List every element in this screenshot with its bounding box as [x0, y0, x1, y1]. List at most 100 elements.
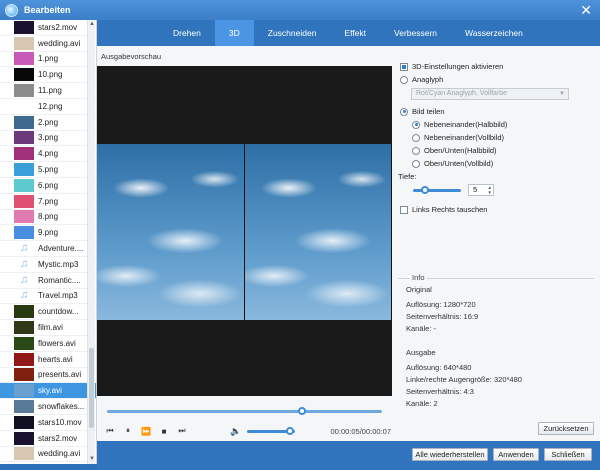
file-label: Romantic....	[38, 275, 81, 285]
file-thumbnail	[14, 336, 34, 350]
split-mode-option[interactable]: Nebeneinander(Halbbild)	[412, 120, 507, 129]
file-list-item[interactable]: 6.png	[0, 178, 96, 194]
file-list-item[interactable]: ♫ Adventure....	[0, 241, 96, 257]
file-list-item[interactable]: stars2.mov	[0, 20, 96, 36]
split-mode-option[interactable]: Oben/Unten(Vollbild)	[412, 159, 493, 168]
split-mode-option[interactable]: Nebeneinander(Vollbild)	[412, 133, 504, 142]
stepper-arrows-icon[interactable]: ▲ ▼	[488, 185, 492, 195]
file-thumbnail	[14, 400, 34, 414]
file-list-item[interactable]: 7.png	[0, 194, 96, 210]
split-mode-radio[interactable]	[412, 159, 420, 168]
file-list-item[interactable]: 1.png	[0, 52, 96, 68]
tab-drehen[interactable]: Drehen	[159, 20, 215, 46]
split-mode-label: Oben/Unten(Vollbild)	[424, 159, 494, 168]
split-radio[interactable]	[400, 107, 408, 116]
info-line: Linke/rechte Augengröße: 320*480	[406, 375, 522, 384]
scroll-down-icon[interactable]: ▼	[88, 455, 96, 464]
fast-forward-icon[interactable]: ⏩	[137, 427, 155, 436]
skip-back-icon[interactable]: ⏮	[101, 426, 119, 436]
file-list-item[interactable]: 2.png	[0, 115, 96, 131]
split-mode-radio[interactable]	[412, 133, 420, 142]
tab-3d[interactable]: 3D	[214, 20, 254, 46]
file-list-item[interactable]: presents.avi	[0, 368, 96, 384]
restore-all-button[interactable]: Alle wiederherstellen	[412, 448, 488, 461]
file-list-item[interactable]: 9.png	[0, 225, 96, 242]
file-list-item[interactable]: ♫ Travel.mp3	[0, 289, 96, 305]
split-mode-radio[interactable]	[412, 120, 420, 129]
file-list-item[interactable]: 5.png	[0, 162, 96, 178]
apply-button[interactable]: Anwenden	[493, 448, 539, 461]
pause-icon[interactable]: ⏸	[119, 426, 137, 436]
depth-knob[interactable]	[421, 186, 429, 194]
split-option[interactable]: Bild teilen	[400, 107, 445, 116]
info-line: Auflösung: 1280*720	[406, 300, 476, 309]
info-line: Kanäle: -	[406, 324, 437, 333]
file-list-item[interactable]: film.avi	[0, 320, 96, 336]
file-label: 3.png	[38, 133, 59, 143]
split-mode-radio[interactable]	[412, 146, 420, 155]
split-mode-option[interactable]: Oben/Unten(Halbbild)	[412, 146, 497, 155]
scroll-thumb[interactable]	[89, 348, 94, 428]
file-thumbnail	[14, 368, 34, 382]
file-list-item[interactable]: hearts.avi	[0, 352, 96, 368]
file-list-item[interactable]: stars10.mov	[0, 415, 96, 431]
file-list-item[interactable]: 8.png	[0, 210, 96, 226]
music-note-icon: ♫	[19, 242, 29, 255]
anaglyph-option[interactable]: Anaglyph	[400, 75, 443, 84]
file-label: flowers.avi	[38, 338, 76, 348]
swap-option[interactable]: Links Rechts tauschen	[400, 205, 487, 214]
app-logo-icon	[5, 3, 18, 17]
volume-icon[interactable]: 🔈	[229, 426, 243, 437]
volume-knob[interactable]	[286, 426, 295, 435]
enable-3d-option[interactable]: 3D-Einstellungen aktivieren	[400, 62, 503, 71]
file-list-item[interactable]: 4.png	[0, 146, 96, 163]
file-thumbnail	[14, 163, 34, 177]
skip-forward-icon[interactable]: ⏭	[173, 426, 191, 436]
file-list-item[interactable]: wedding.avi	[0, 36, 96, 52]
tab-effekt[interactable]: Effekt	[330, 20, 380, 46]
file-list-item[interactable]: 12.png	[0, 99, 96, 115]
info-divider	[398, 278, 594, 279]
anaglyph-radio[interactable]	[400, 75, 408, 84]
anaglyph-select[interactable]: Rot/Cyan Anaglyph, Vollfarbe ▼	[411, 88, 569, 100]
enable-3d-checkbox[interactable]	[400, 62, 408, 71]
file-label: 8.png	[38, 212, 59, 222]
playback-progress-bar[interactable]	[107, 407, 382, 415]
tab-zuschneiden[interactable]: Zuschneiden	[254, 20, 331, 46]
info-title: Info	[410, 273, 427, 282]
progress-knob[interactable]	[298, 407, 307, 415]
depth-slider[interactable]	[413, 186, 461, 194]
volume-slider[interactable]	[247, 426, 295, 435]
title-bar: Bearbeiten ✕	[0, 0, 600, 20]
chevron-down-icon: ▼	[559, 91, 565, 97]
file-list-item[interactable]: snowflakes...	[0, 399, 96, 415]
close-button[interactable]: Schließen	[544, 448, 592, 461]
file-list-item[interactable]: stars2.mov	[0, 431, 96, 447]
file-list-item[interactable]: ♫ Romantic....	[0, 273, 96, 289]
reset-button[interactable]: Zurücksetzen	[538, 422, 594, 435]
file-label: 12.png	[38, 101, 63, 111]
stop-icon[interactable]: ■	[155, 427, 173, 436]
file-list-item[interactable]: sky.avi	[0, 383, 96, 400]
file-list-item[interactable]: countdow...	[0, 304, 96, 321]
file-list-item[interactable]: flowers.avi	[0, 336, 96, 352]
tab-wasserzeichen[interactable]: Wasserzeichen	[451, 20, 537, 46]
file-list-item[interactable]: ♫ Mystic.mp3	[0, 257, 96, 273]
file-list-item[interactable]: 3.png	[0, 131, 96, 147]
file-list-item[interactable]: 11.png	[0, 83, 96, 99]
file-list-item[interactable]: 10.png	[0, 67, 96, 84]
tab-verbessern[interactable]: Verbessern	[380, 20, 451, 46]
close-icon[interactable]: ✕	[580, 2, 592, 18]
file-label: wedding.avi	[38, 38, 81, 48]
depth-stepper[interactable]: 5 ▲ ▼	[468, 184, 494, 196]
file-list-scrollbar[interactable]: ▲ ▼	[87, 20, 95, 464]
right-eye-frame	[244, 144, 392, 320]
music-note-icon: ♫	[19, 257, 29, 270]
file-list-item[interactable]: wedding.avi	[0, 447, 96, 463]
file-label: Mystic.mp3	[38, 259, 79, 269]
swap-checkbox[interactable]	[400, 205, 408, 214]
file-label: stars10.mov	[38, 417, 82, 427]
file-label: Travel.mp3	[38, 291, 78, 301]
file-thumbnail	[14, 52, 34, 66]
scroll-up-icon[interactable]: ▲	[88, 20, 96, 29]
